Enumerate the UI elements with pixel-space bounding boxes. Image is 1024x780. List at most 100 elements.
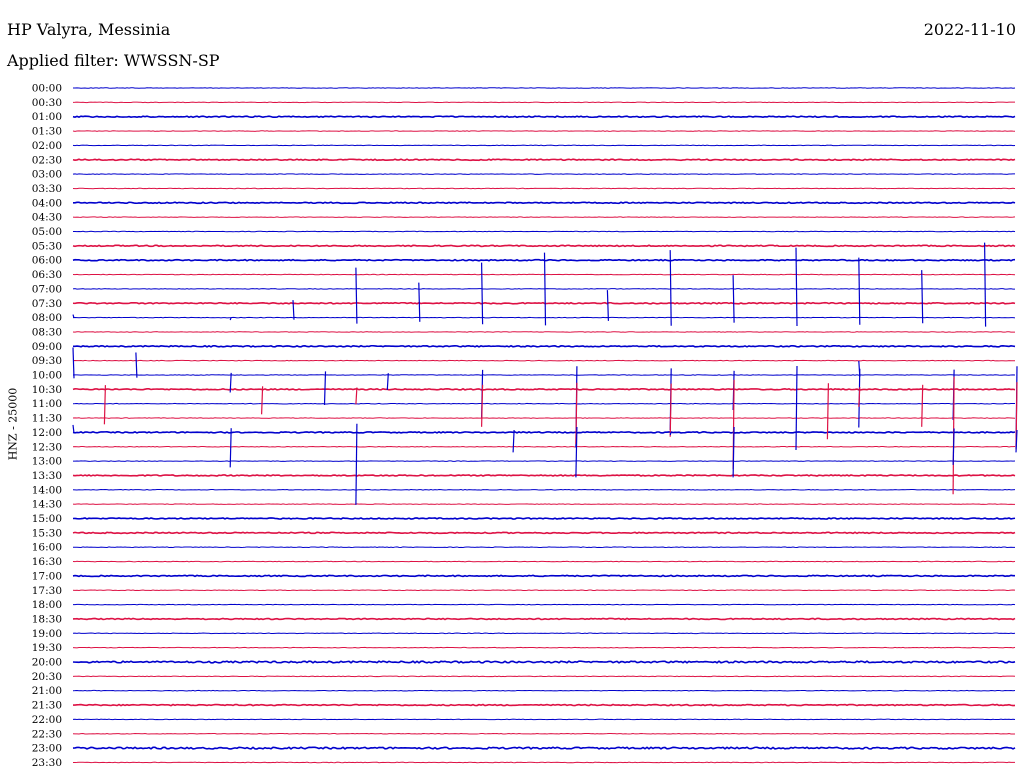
row-time-label: 07:30 bbox=[32, 298, 62, 310]
trace-row-0730 bbox=[72, 301, 1016, 305]
trace-row-0230 bbox=[72, 158, 1016, 162]
row-time-label: 11:30 bbox=[32, 413, 62, 425]
trace-row-1930 bbox=[72, 646, 1016, 649]
trace-row-2330 bbox=[72, 761, 1016, 764]
row-time-label: 18:00 bbox=[32, 599, 62, 611]
trace-row-1030 bbox=[72, 387, 1016, 391]
trace-row-2300 bbox=[72, 746, 1016, 750]
trace-row-1100 bbox=[72, 402, 1016, 405]
seismic-event-60 bbox=[921, 384, 924, 427]
row-time-label: 05:30 bbox=[32, 240, 62, 252]
trace-row-0030 bbox=[72, 101, 1016, 104]
trace-row-0100 bbox=[72, 115, 1016, 119]
row-time-label: 20:00 bbox=[32, 657, 62, 669]
row-time-label: 04:30 bbox=[32, 212, 62, 224]
trace-row-1300 bbox=[72, 460, 1016, 462]
row-time-label: 17:00 bbox=[32, 570, 62, 582]
row-time-label: 23:30 bbox=[32, 757, 62, 769]
row-time-label: 15:30 bbox=[32, 527, 62, 539]
row-time-label: 15:00 bbox=[32, 513, 62, 525]
row-time-label: 18:30 bbox=[32, 613, 62, 625]
row-time-label: 22:00 bbox=[32, 714, 62, 726]
row-time-label: 13:00 bbox=[32, 456, 62, 468]
trace-row-0830 bbox=[72, 331, 1016, 333]
row-time-label: 03:00 bbox=[32, 169, 62, 181]
trace-row-0800 bbox=[72, 316, 1016, 319]
trace-row-0630 bbox=[72, 273, 1016, 276]
trace-row-1800 bbox=[72, 603, 1016, 606]
seismic-event-37 bbox=[858, 360, 861, 377]
seismic-event-17 bbox=[323, 371, 327, 406]
trace-row-1600 bbox=[72, 546, 1016, 548]
seismic-event-6 bbox=[543, 252, 547, 326]
row-time-label: 10:00 bbox=[32, 370, 62, 382]
seismic-event-5 bbox=[481, 262, 484, 325]
trace-row-0930 bbox=[72, 359, 1016, 362]
row-time-label: 12:00 bbox=[32, 427, 62, 439]
row-time-label: 11:00 bbox=[32, 398, 62, 410]
row-time-label: 09:30 bbox=[32, 355, 62, 367]
trace-row-2030 bbox=[72, 675, 1016, 678]
row-time-label: 19:30 bbox=[32, 642, 62, 654]
row-time-label: 05:00 bbox=[32, 226, 62, 238]
row-time-label: 21:30 bbox=[32, 700, 62, 712]
trace-row-1630 bbox=[72, 560, 1016, 563]
trace-row-0530 bbox=[72, 244, 1016, 248]
row-time-label: 02:00 bbox=[32, 140, 62, 152]
trace-row-1230 bbox=[72, 445, 1016, 448]
row-time-label: 08:00 bbox=[32, 312, 62, 324]
trace-row-1130 bbox=[72, 417, 1016, 419]
row-time-label: 16:30 bbox=[32, 556, 62, 568]
seismic-event-7 bbox=[606, 290, 609, 321]
row-time-label: 00:30 bbox=[32, 97, 62, 109]
row-time-label: 23:00 bbox=[32, 743, 62, 755]
row-time-label: 13:30 bbox=[32, 470, 62, 482]
seismic-event-78 bbox=[512, 429, 515, 453]
helicorder-plot: 00:00 00:30 01:00 01:30 02:00 02:30 03:00 03:30… bbox=[32, 83, 1018, 769]
row-time-label: 04:00 bbox=[32, 197, 62, 209]
row-time-label: 16:00 bbox=[32, 542, 62, 554]
seismic-event-9 bbox=[732, 275, 735, 323]
trace-row-1000 bbox=[72, 374, 1016, 376]
seismic-event-10 bbox=[795, 247, 798, 327]
trace-row-0500 bbox=[73, 230, 1016, 233]
trace-row-0330 bbox=[72, 187, 1016, 190]
row-time-label: 17:30 bbox=[32, 585, 62, 597]
trace-row-1830 bbox=[72, 617, 1016, 621]
trace-row-2130 bbox=[73, 703, 1016, 707]
seismic-event-12 bbox=[921, 270, 924, 324]
trace-row-1700 bbox=[72, 574, 1016, 578]
trace-row-1400 bbox=[72, 489, 1016, 491]
seismic-event-3 bbox=[355, 267, 358, 324]
row-time-label: 10:30 bbox=[32, 384, 62, 396]
row-time-label: 14:00 bbox=[32, 484, 62, 496]
row-time-label: 07:00 bbox=[32, 283, 62, 295]
trace-row-1530 bbox=[72, 531, 1016, 535]
trace-row-0000 bbox=[72, 87, 1016, 89]
row-time-label: 12:30 bbox=[32, 441, 62, 453]
trace-row-1330 bbox=[72, 474, 1016, 477]
trace-row-0430 bbox=[72, 216, 1016, 218]
trace-row-1200 bbox=[72, 430, 1016, 434]
trace-row-0400 bbox=[72, 201, 1016, 205]
seismic-event-51 bbox=[103, 385, 106, 425]
seismic-event-18 bbox=[386, 373, 389, 391]
seismic-event-58 bbox=[826, 383, 829, 440]
trace-row-2230 bbox=[72, 732, 1016, 735]
row-time-label: 09:00 bbox=[32, 341, 62, 353]
row-time-label: 01:00 bbox=[32, 111, 62, 123]
row-time-label: 20:30 bbox=[32, 671, 62, 683]
row-time-label: 03:30 bbox=[32, 183, 62, 195]
trace-row-1500 bbox=[72, 517, 1016, 520]
seismic-event-53 bbox=[355, 387, 358, 405]
seismic-event-77 bbox=[355, 423, 358, 505]
trace-row-1430 bbox=[72, 503, 1016, 505]
seismic-event-15 bbox=[135, 352, 138, 378]
row-time-label: 06:00 bbox=[32, 255, 62, 267]
row-time-label: 00:00 bbox=[32, 83, 62, 95]
trace-row-2200 bbox=[72, 718, 1016, 721]
trace-row-2000 bbox=[72, 660, 1016, 664]
row-time-label: 14:30 bbox=[32, 499, 62, 511]
trace-row-1900 bbox=[72, 632, 1016, 635]
seismic-event-11 bbox=[858, 257, 861, 325]
